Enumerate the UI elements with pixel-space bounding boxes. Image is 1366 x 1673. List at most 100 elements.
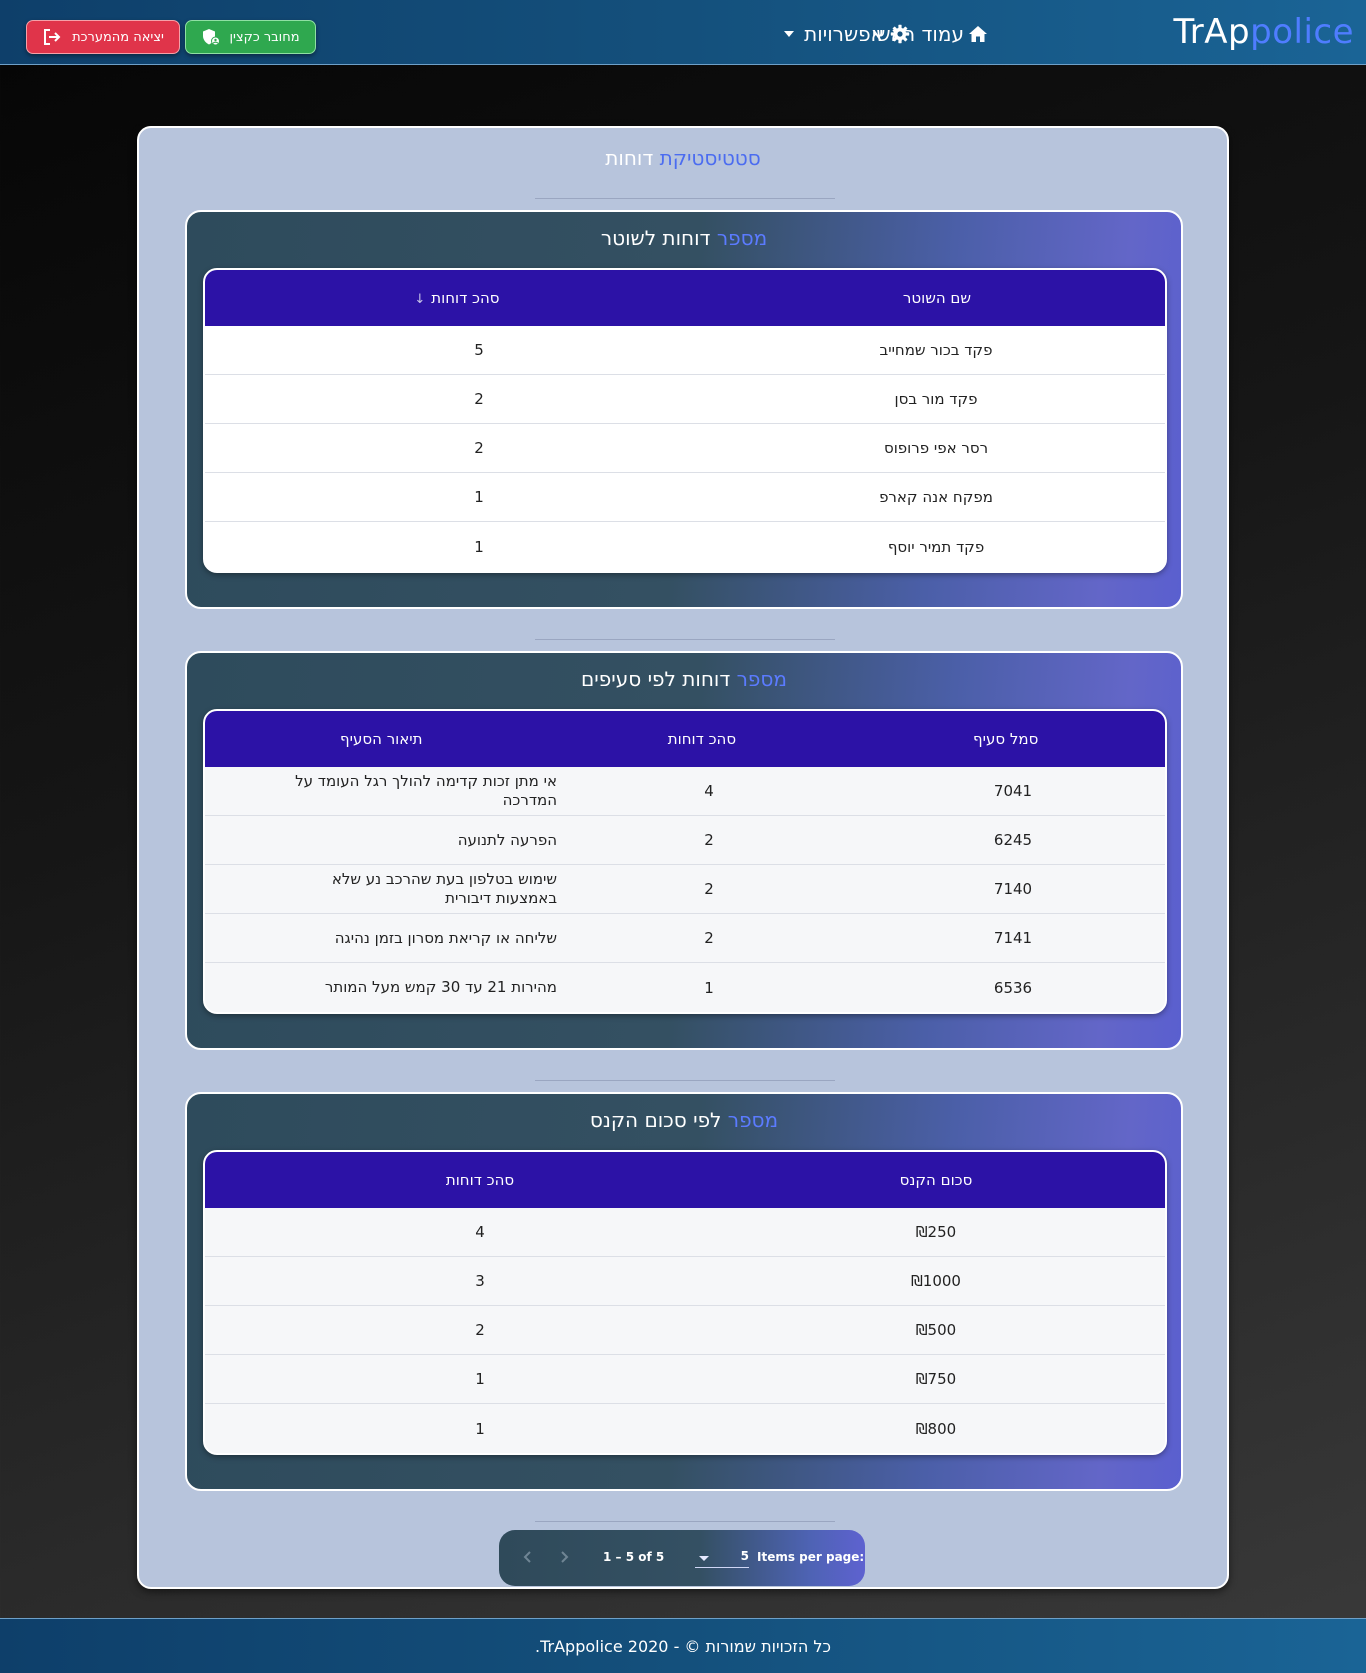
fine-amount-cell: ₪750	[915, 1370, 957, 1388]
fines-table: סכום הקנס סהכ דוחות ₪250 4 ₪1000 3 ₪500 …	[203, 1150, 1167, 1455]
officer-name-cell: פקד בכור שמחייב	[879, 341, 993, 359]
section-code-cell: 7140	[993, 880, 1033, 898]
paginator: 1 – 5 of 5 5 Items per page:	[499, 1530, 865, 1586]
brand-logo[interactable]: TrAppolice	[1174, 12, 1354, 52]
fines-title: מספר לפי סכום הקנס	[187, 1108, 1181, 1132]
table-row: ₪750 1	[205, 1355, 1165, 1404]
chevron-right-icon[interactable]	[555, 1548, 573, 1566]
shield-user-icon	[203, 29, 221, 46]
fine-amount-cell: ₪1000	[911, 1272, 961, 1290]
section-code-cell: 7041	[993, 782, 1033, 800]
logout-button[interactable]: יציאה מהמערכת	[26, 20, 180, 54]
divider	[535, 1080, 835, 1081]
logout-label: יציאה מהמערכת	[72, 29, 164, 45]
sections-card: מספר דוחות לפי סעיפים סמל סעיף סהכ דוחות…	[185, 651, 1183, 1050]
fines-card: מספר לפי סכום הקנס סכום הקנס סהכ דוחות ₪…	[185, 1092, 1183, 1491]
column-header-section-code[interactable]: סמל סעיף	[846, 730, 1165, 748]
officer-total-cell: 1	[474, 537, 484, 556]
column-header-fine-amount[interactable]: סכום הקנס	[707, 1171, 1165, 1189]
section-description-cell: מהירות 21 עד 30 קמש מעל המותר	[324, 978, 557, 996]
column-header-section-description[interactable]: תיאור הסעיף	[205, 730, 558, 748]
divider	[535, 198, 835, 199]
sort-arrow-down-icon: ↓	[414, 292, 426, 307]
section-total-cell: 2	[704, 929, 714, 947]
officer-name-cell: מפקח אנה קארפ	[879, 488, 993, 506]
sections-title-highlight: מספר	[736, 667, 787, 691]
officer-total-cell: 2	[474, 390, 484, 408]
table-row: ₪800 1	[205, 1404, 1165, 1453]
table-row: ₪250 4	[205, 1208, 1165, 1257]
section-code-cell: 7141	[993, 929, 1033, 947]
chevron-left-icon[interactable]	[519, 1548, 537, 1566]
sections-table-header: סמל סעיף סהכ דוחות תיאור הסעיף	[205, 711, 1165, 767]
fine-total-cell: 1	[475, 1370, 485, 1388]
officers-title-highlight: מספר	[716, 226, 768, 250]
fine-amount-cell: ₪800	[915, 1419, 957, 1438]
fine-total-cell: 4	[475, 1223, 485, 1241]
fine-amount-cell: ₪500	[915, 1321, 957, 1339]
section-total-cell: 2	[704, 831, 714, 849]
column-header-fine-total[interactable]: סהכ דוחות	[253, 1171, 707, 1189]
table-row: 6536 1 מהירות 21 עד 30 קמש מעל המותר	[205, 963, 1165, 1012]
section-total-cell: 1	[704, 978, 714, 997]
divider	[535, 639, 835, 640]
items-per-page-label: Items per page:	[757, 1550, 865, 1564]
table-row: ₪1000 3	[205, 1257, 1165, 1306]
table-row: פקד בכור שמחייב 5	[205, 326, 1165, 375]
table-row: 7140 2 שימוש בטלפון בעת שהרכב נע שלא באמ…	[205, 865, 1165, 914]
paginator-range: 1 – 5 of 5	[603, 1550, 665, 1564]
table-row: פקד מור בסן 2	[205, 375, 1165, 424]
fine-total-cell: 1	[475, 1419, 485, 1438]
page-title: סטטיסטיקת דוחות	[139, 146, 1227, 170]
section-total-cell: 4	[704, 782, 714, 800]
sections-title-rest: דוחות לפי סעיפים	[581, 667, 731, 691]
page-title-rest: דוחות	[605, 146, 654, 170]
fine-amount-cell: ₪250	[915, 1223, 957, 1241]
table-row: פקד תמיר יוסף 1	[205, 522, 1165, 571]
fines-title-highlight: מספר	[727, 1108, 779, 1132]
fine-total-cell: 2	[475, 1321, 485, 1339]
column-header-section-total[interactable]: סהכ דוחות	[558, 730, 847, 748]
sections-title: מספר דוחות לפי סעיפים	[187, 667, 1181, 691]
dropdown-arrow-icon	[699, 1556, 709, 1561]
officer-name-cell: פקד תמיר יוסף	[887, 537, 985, 556]
connected-as-officer-button[interactable]: מחובר כקצין	[185, 20, 316, 54]
fines-table-header: סכום הקנס סהכ דוחות	[205, 1152, 1165, 1208]
officers-card: מספר דוחות לשוטר שם השוטר סהכ דוחות ↓ פקד…	[185, 210, 1183, 609]
officers-title-rest: דוחות לשוטר	[600, 226, 711, 250]
section-description-cell: אי מתן זכות קדימה להולך רגל העומד על המד…	[295, 772, 557, 809]
section-total-cell: 2	[704, 880, 714, 898]
section-description-cell: הפרעה לתנועה	[457, 830, 557, 849]
officer-name-cell: רסר אפי פרופוס	[883, 439, 989, 457]
sections-table: סמל סעיף סהכ דוחות תיאור הסעיף 7041 4 אי…	[203, 709, 1167, 1014]
officers-title: מספר דוחות לשוטר	[187, 226, 1181, 250]
section-description-cell: שימוש בטלפון בעת שהרכב נע שלא באמצעות די…	[331, 870, 557, 907]
page-footer: כל הזכויות שמורות © - TrAppolice 2020.	[0, 1618, 1366, 1673]
brand-accent: police	[1250, 12, 1354, 52]
table-row: 6245 2 הפרעה לתנועה	[205, 816, 1165, 865]
nav-options-dropdown[interactable]: אפשרויות	[784, 22, 910, 46]
page-size-select[interactable]: 5	[695, 1548, 749, 1568]
sign-out-icon	[44, 29, 61, 45]
fines-title-rest: לפי סכום הקנס	[589, 1108, 722, 1132]
statistics-panel: סטטיסטיקת דוחות מספר דוחות לשוטר שם השוט…	[137, 126, 1229, 1589]
total-reports-header-label: סהכ דוחות	[431, 289, 500, 307]
footer-text: כל הזכויות שמורות © - TrAppolice 2020.	[535, 1637, 831, 1656]
nav-options-label: אפשרויות	[804, 22, 884, 46]
connected-label: מחובר כקצין	[229, 29, 300, 45]
officer-total-cell: 5	[474, 341, 484, 359]
gear-icon	[890, 24, 910, 44]
column-header-total-reports-sortable[interactable]: סהכ דוחות ↓	[205, 289, 709, 307]
page-title-highlight: סטטיסטיקת	[659, 146, 761, 170]
officer-total-cell: 1	[474, 488, 484, 506]
officers-table: שם השוטר סהכ דוחות ↓ פקד בכור שמחייב 5 פק…	[203, 268, 1167, 573]
section-code-cell: 6536	[993, 978, 1033, 997]
column-header-officer-name[interactable]: שם השוטר	[709, 289, 1165, 307]
home-icon	[969, 26, 987, 42]
brand-main: TrAp	[1173, 12, 1251, 52]
fine-total-cell: 3	[475, 1272, 485, 1290]
table-row: מפקח אנה קארפ 1	[205, 473, 1165, 522]
table-row: 7041 4 אי מתן זכות קדימה להולך רגל העומד…	[205, 767, 1165, 816]
table-row: רסר אפי פרופוס 2	[205, 424, 1165, 473]
officer-name-cell: פקד מור בסן	[894, 390, 978, 408]
